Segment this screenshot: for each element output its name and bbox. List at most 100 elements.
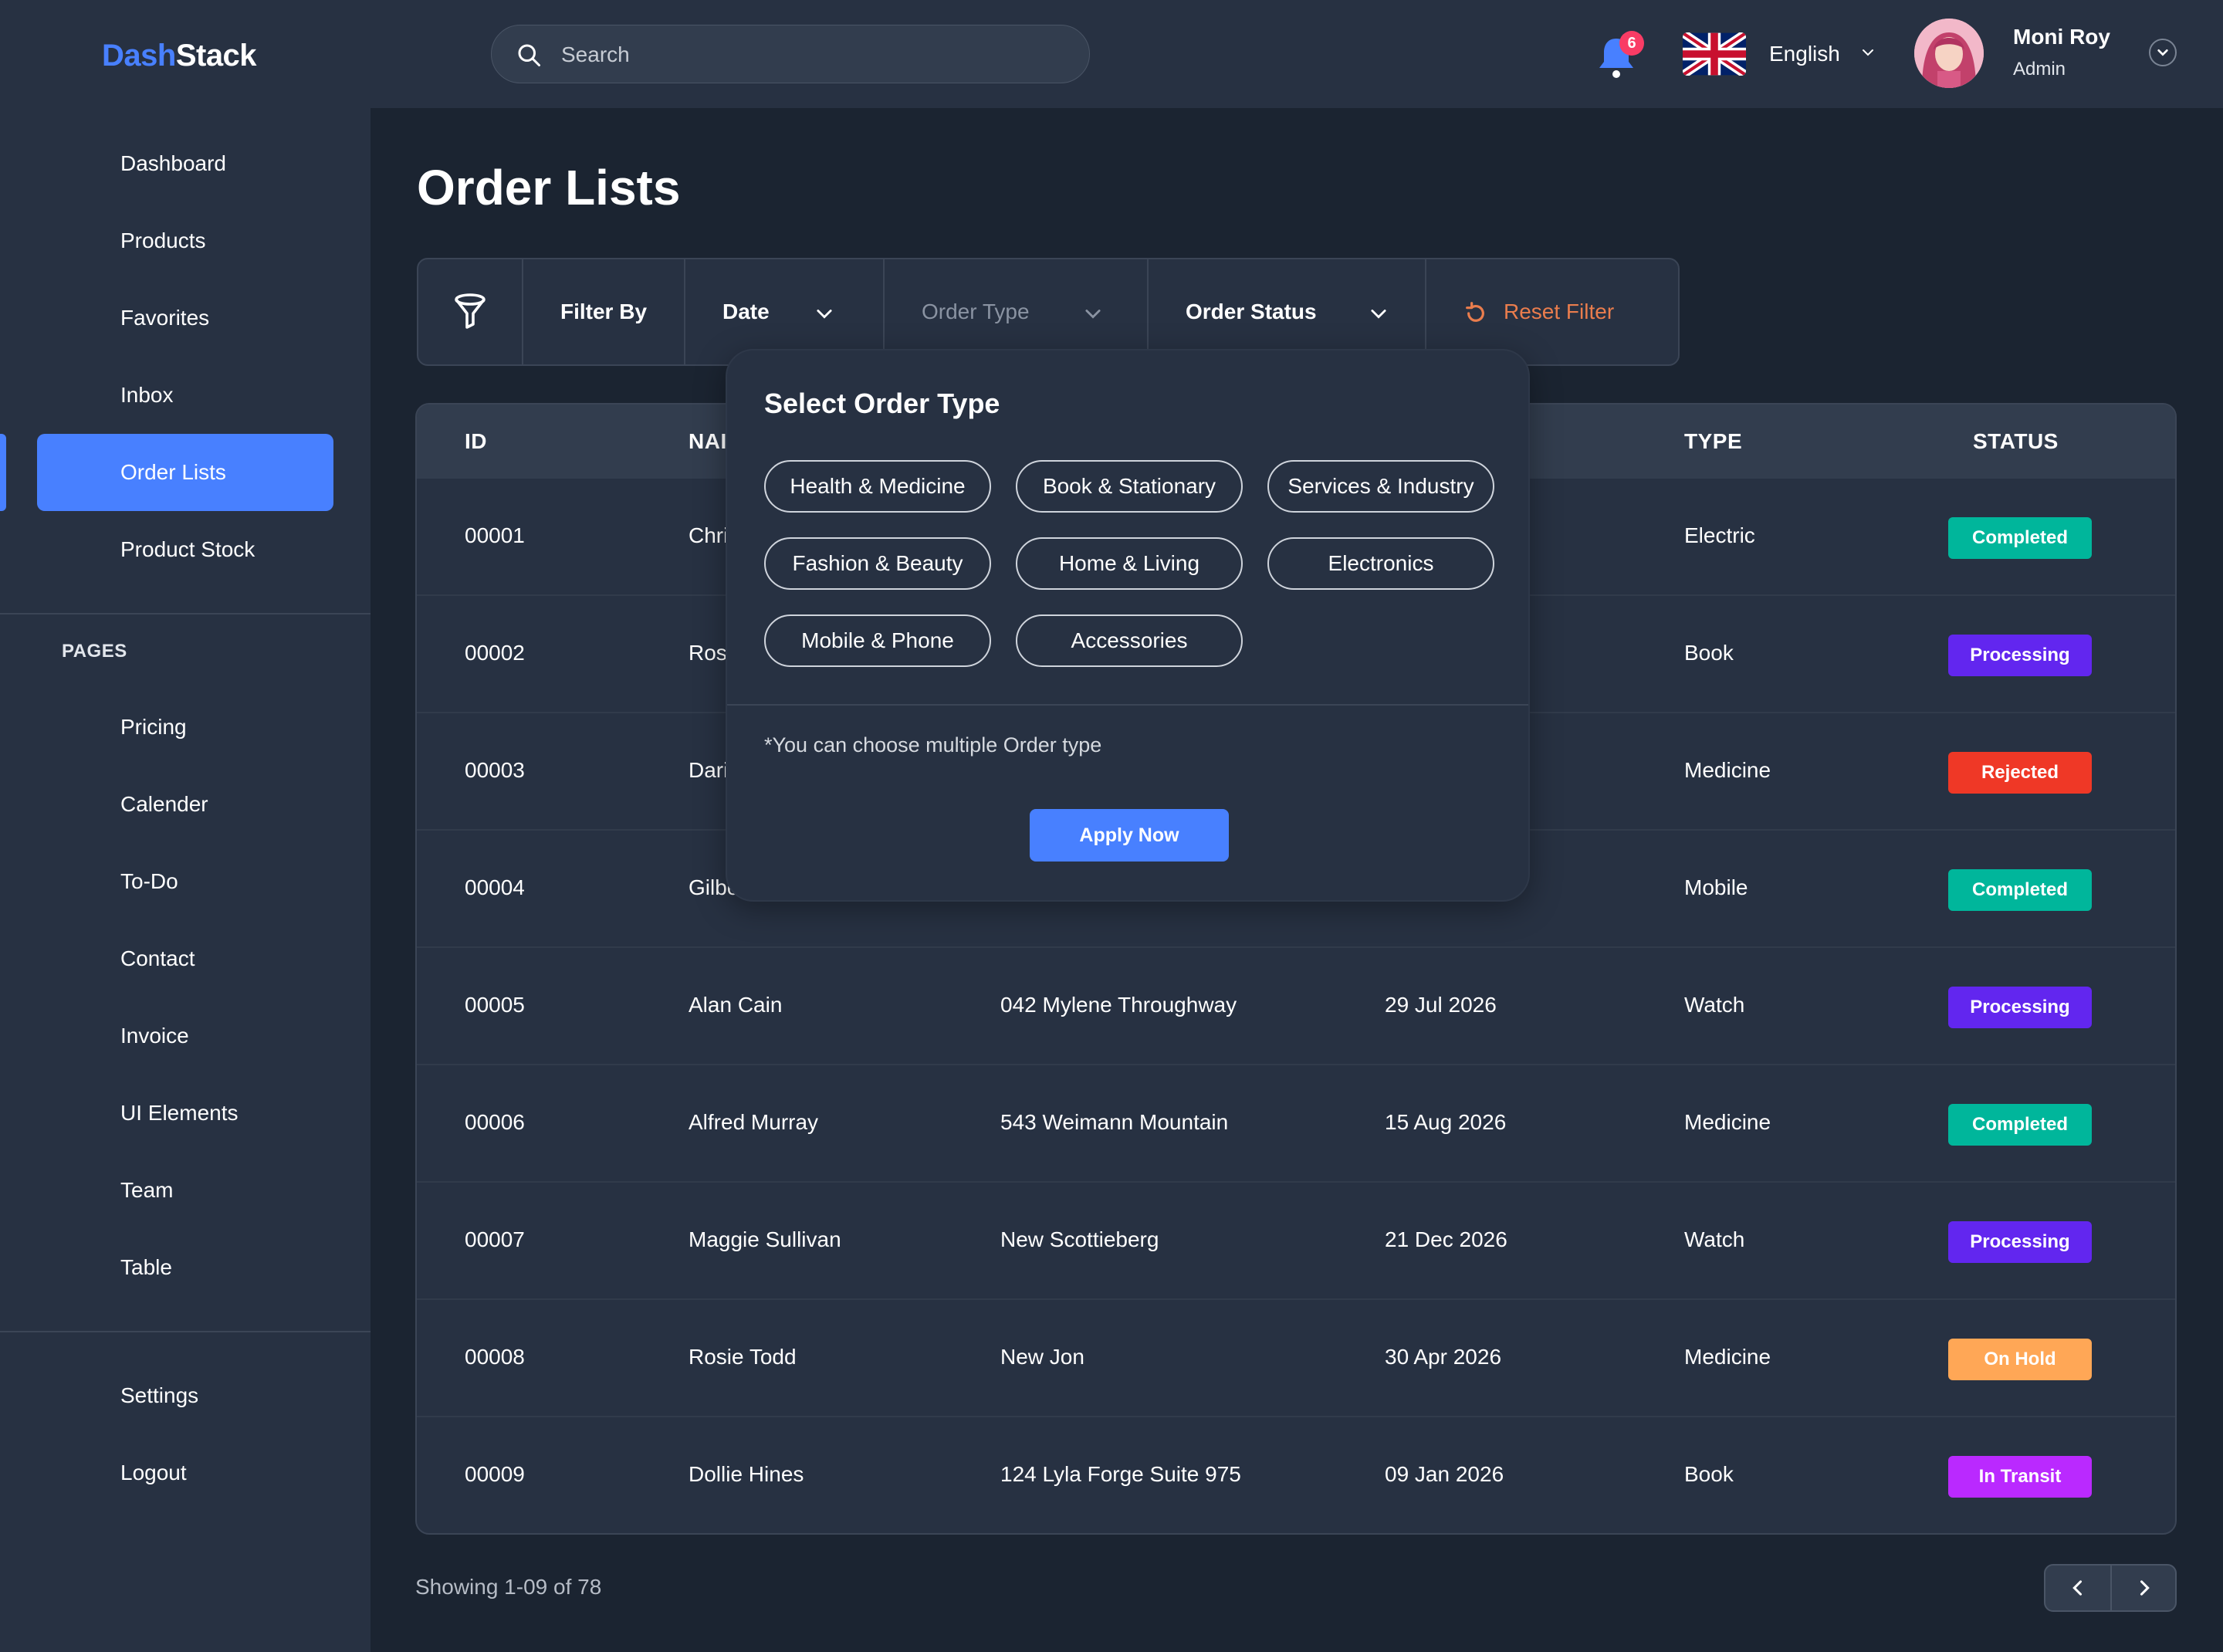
sidebar-item-table[interactable]: Table xyxy=(37,1229,333,1306)
sidebar-item-invoice[interactable]: Invoice xyxy=(37,997,333,1075)
panel-note: *You can choose multiple Order type xyxy=(764,733,1102,757)
table-row[interactable]: 00005 Alan Cain 042 Mylene Throughway 29… xyxy=(417,948,2175,1065)
prev-page-button[interactable] xyxy=(2045,1566,2110,1610)
sidebar-item-product-stock[interactable]: Product Stock xyxy=(37,511,333,588)
sidebar-item-favorites[interactable]: Favorites xyxy=(37,279,333,357)
sidebar-item-pricing[interactable]: Pricing xyxy=(37,689,333,766)
table-row[interactable]: 00009 Dollie Hines 124 Lyla Forge Suite … xyxy=(417,1417,2175,1533)
order-type-chip[interactable]: Services & Industry xyxy=(1267,460,1494,513)
cell-name: Alfred Murray xyxy=(689,1110,819,1134)
notification-button[interactable]: 6 xyxy=(1595,31,1644,80)
status-badge: Rejected xyxy=(1948,752,2092,794)
chevron-down-icon xyxy=(1085,310,1101,319)
cell-address: 124 Lyla Forge Suite 975 xyxy=(1000,1462,1241,1486)
sidebar-divider xyxy=(0,613,370,614)
chevron-right-icon xyxy=(2140,1580,2150,1596)
search-icon xyxy=(518,44,540,66)
sidebar-item-label: UI Elements xyxy=(120,1101,239,1125)
app-logo[interactable]: DashStack xyxy=(102,39,257,73)
chevron-down-icon[interactable] xyxy=(1859,43,1877,62)
uk-flag-icon[interactable] xyxy=(1683,32,1746,76)
chevron-left-icon xyxy=(2072,1580,2083,1596)
status-badge: In Transit xyxy=(1948,1456,2092,1498)
order-type-dropdown-panel: Select Order Type Health & Medicine Book… xyxy=(726,349,1530,902)
profile-menu-button[interactable] xyxy=(2149,39,2177,66)
cell-address: New Jon xyxy=(1000,1345,1084,1369)
top-bar: DashStack 6 English Moni Roy Adm xyxy=(0,0,2223,108)
cell-type: Electric xyxy=(1684,523,1755,547)
filter-icon xyxy=(455,293,486,329)
chevron-down-icon xyxy=(1371,310,1386,319)
language-selector[interactable]: English xyxy=(1769,42,1840,66)
sidebar-item-label: Contact xyxy=(120,946,195,970)
cell-type: Medicine xyxy=(1684,758,1771,782)
order-type-chip[interactable]: Accessories xyxy=(1016,614,1243,667)
sidebar-divider xyxy=(0,1331,370,1332)
sidebar-item-products[interactable]: Products xyxy=(37,202,333,279)
sidebar-item-inbox[interactable]: Inbox xyxy=(37,357,333,434)
status-badge: Completed xyxy=(1948,869,2092,911)
cell-address: 543 Weimann Mountain xyxy=(1000,1110,1229,1134)
order-type-chip[interactable]: Home & Living xyxy=(1016,537,1243,590)
search-bar[interactable] xyxy=(491,25,1090,83)
cell-type: Medicine xyxy=(1684,1345,1771,1369)
cell-id: 00003 xyxy=(465,758,525,782)
order-type-chip[interactable]: Electronics xyxy=(1267,537,1494,590)
sidebar-item-label: Table xyxy=(120,1255,172,1279)
sidebar-item-label: Pricing xyxy=(120,715,187,739)
cell-date: 09 Jan 2026 xyxy=(1385,1462,1504,1486)
pagination-info: Showing 1-09 of 78 xyxy=(415,1575,602,1599)
sidebar-item-label: Dashboard xyxy=(120,151,226,175)
cell-address: New Scottieberg xyxy=(1000,1227,1159,1251)
notification-badge: 6 xyxy=(1619,31,1644,56)
sidebar-item-todo[interactable]: To-Do xyxy=(37,843,333,920)
sidebar-item-order-lists[interactable]: Order Lists xyxy=(37,434,333,511)
cell-name: Maggie Sullivan xyxy=(689,1227,841,1251)
sidebar-item-settings[interactable]: Settings xyxy=(37,1357,333,1434)
panel-divider xyxy=(727,704,1528,706)
status-badge: Completed xyxy=(1948,517,2092,559)
filter-by-label: Filter By xyxy=(560,300,648,323)
sidebar-item-label: Logout xyxy=(120,1461,187,1484)
order-type-chip[interactable]: Book & Stationary xyxy=(1016,460,1243,513)
search-input[interactable] xyxy=(561,36,1055,73)
table-row[interactable]: 00008 Rosie Todd New Jon 30 Apr 2026 Med… xyxy=(417,1300,2175,1417)
next-page-button[interactable] xyxy=(2112,1566,2177,1610)
cell-type: Book xyxy=(1684,641,1734,665)
sidebar-item-label: Calender xyxy=(120,792,208,816)
logo-part-stack: Stack xyxy=(175,39,257,73)
table-row[interactable]: 00007 Maggie Sullivan New Scottieberg 21… xyxy=(417,1183,2175,1300)
pages-section-label: PAGES xyxy=(62,641,127,662)
status-badge: Processing xyxy=(1948,987,2092,1028)
active-indicator xyxy=(0,434,6,511)
sidebar-item-logout[interactable]: Logout xyxy=(37,1434,333,1512)
table-row[interactable]: 00006 Alfred Murray 543 Weimann Mountain… xyxy=(417,1065,2175,1183)
column-header-type: TYPE xyxy=(1684,429,1743,453)
order-type-chip[interactable]: Health & Medicine xyxy=(764,460,991,513)
order-type-filter-label: Order Type xyxy=(922,300,1030,323)
page-title: Order Lists xyxy=(417,160,681,215)
user-role: Admin xyxy=(2013,59,2066,80)
cell-name: Dari xyxy=(689,758,729,782)
avatar[interactable] xyxy=(1914,19,1984,88)
cell-date: 30 Apr 2026 xyxy=(1385,1345,1502,1369)
order-status-filter-label: Order Status xyxy=(1186,300,1317,323)
sidebar-item-dashboard[interactable]: Dashboard xyxy=(37,125,333,202)
sidebar-item-contact[interactable]: Contact xyxy=(37,920,333,997)
sidebar-item-team[interactable]: Team xyxy=(37,1152,333,1229)
cell-id: 00008 xyxy=(465,1345,525,1369)
cell-name: Ros xyxy=(689,641,727,665)
cell-id: 00006 xyxy=(465,1110,525,1134)
cell-name: Dollie Hines xyxy=(689,1462,804,1486)
sidebar-item-calender[interactable]: Calender xyxy=(37,766,333,843)
apply-now-button[interactable]: Apply Now xyxy=(1030,809,1229,862)
filter-by-cell: Filter By xyxy=(523,259,685,364)
reset-filter-label: Reset Filter xyxy=(1504,300,1615,323)
order-type-chip[interactable]: Mobile & Phone xyxy=(764,614,991,667)
order-type-chip[interactable]: Fashion & Beauty xyxy=(764,537,991,590)
sidebar-item-label: Invoice xyxy=(120,1024,189,1048)
status-badge: Processing xyxy=(1948,1221,2092,1263)
cell-id: 00005 xyxy=(465,993,525,1017)
user-name: Moni Roy xyxy=(2013,25,2110,49)
sidebar-item-ui-elements[interactable]: UI Elements xyxy=(37,1075,333,1152)
